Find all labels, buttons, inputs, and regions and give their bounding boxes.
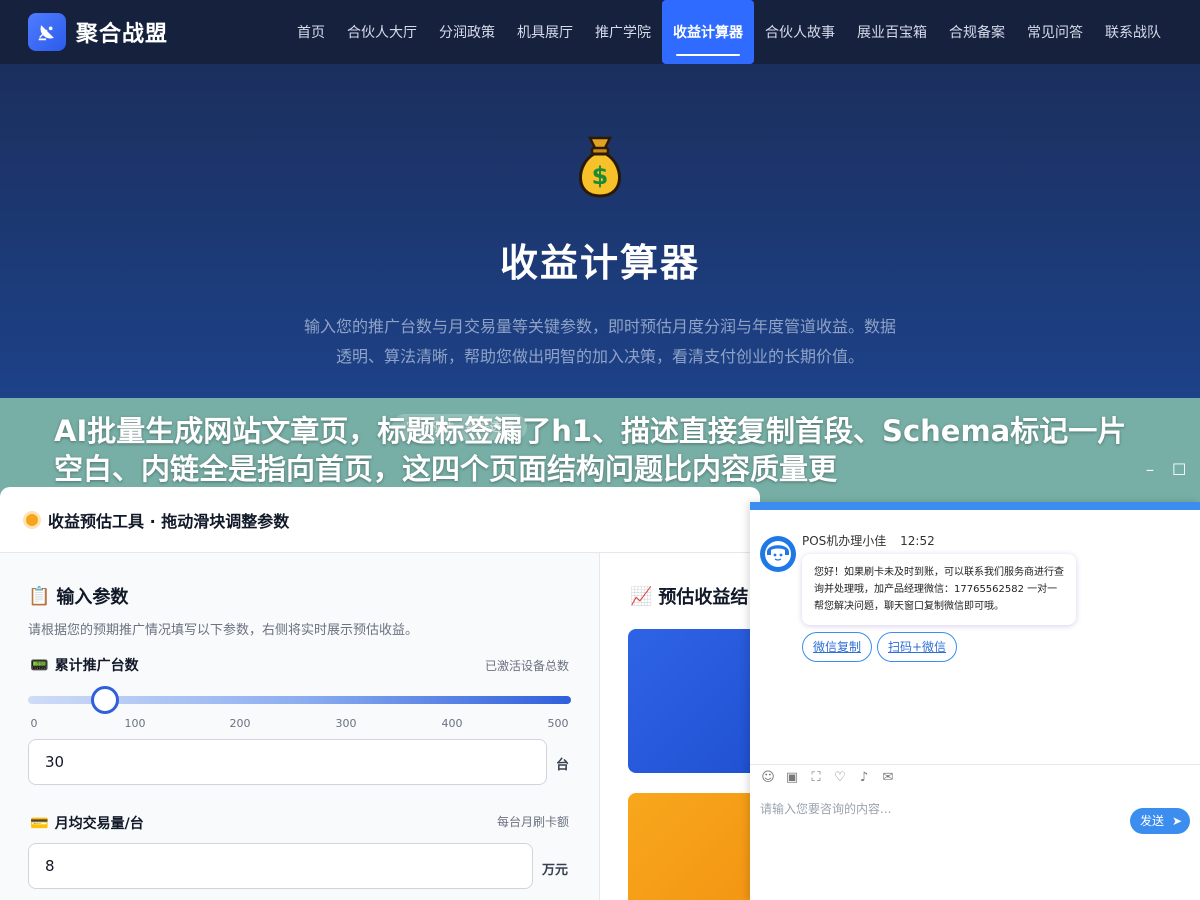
monthly-volume-unit: 万元: [542, 863, 569, 878]
estimate-section-heading: 📈 预估收益结: [630, 583, 748, 609]
chat-message-input[interactable]: 请输入您要咨询的内容...: [760, 800, 891, 817]
device-count-hint: 已激活设备总数: [484, 659, 569, 673]
copy-wechat-button[interactable]: 微信复制: [802, 632, 873, 662]
tool-title: 收益预估工具 · 拖动滑块调整参数: [48, 511, 290, 531]
device-count-slider-thumb[interactable]: [90, 686, 119, 714]
agent-avatar: [760, 536, 796, 572]
device-count-label: 📟 累计推广台数: [30, 655, 139, 675]
nav-item-faq[interactable]: 常见问答: [1016, 0, 1094, 64]
wechat-icon[interactable]: ✉: [880, 770, 896, 786]
input-parameters-panel: 📋 输入参数 请根据您的预期推广情况填写以下参数，右侧将实时展示预估收益。 📟 …: [0, 553, 600, 900]
scan-wechat-button[interactable]: 扫码+微信: [877, 632, 958, 662]
brand-name: 聚合战盟: [76, 22, 169, 47]
nav-menu: 首页 合伙人大厅 分润政策 机具展厅 推广学院 收益计算器 合伙人故事 展业百宝…: [286, 0, 1172, 64]
credit-card-icon: 💳: [30, 814, 49, 832]
agent-meta: POS机办理小佳 12:52: [802, 532, 945, 549]
maximize-icon[interactable]: ☐: [1172, 462, 1188, 478]
estimate-section-title: 预估收益结: [658, 587, 749, 608]
hero-section: $ 收益计算器 输入您的推广台数与月交易量等关键参数，即时预估月度分润与年度管道…: [0, 64, 1200, 400]
slider-tick: 300: [335, 717, 357, 730]
nav-item-contact[interactable]: 联系战队: [1094, 0, 1172, 64]
page-title: 收益计算器: [499, 241, 700, 285]
monthly-profit-card: [628, 629, 760, 773]
chart-trend-icon: 📈: [630, 585, 653, 607]
status-dot-icon: [26, 513, 38, 526]
nav-item-profit-policy[interactable]: 分润政策: [428, 0, 506, 64]
clipboard-icon: 📋: [28, 585, 51, 607]
emoji-icon[interactable]: ☺: [760, 770, 776, 786]
nav-item-calculator[interactable]: 收益计算器: [662, 0, 754, 64]
rating-icon[interactable]: ♡: [832, 770, 848, 786]
slider-tick: 0: [30, 717, 38, 730]
svg-text:$: $: [592, 162, 609, 190]
device-count-unit: 台: [556, 758, 570, 773]
money-bag-icon: $: [579, 136, 621, 198]
slider-tick: 500: [547, 717, 569, 730]
chat-toolbar: ☺ ▣ ⛶ ♡ ♪ ✉: [760, 770, 904, 786]
slider-tick: 200: [229, 717, 251, 730]
send-button-label: 发送: [1140, 814, 1165, 828]
top-navigation: 聚合战盟 首页 合伙人大厅 分润政策 机具展厅 推广学院 收益计算器 合伙人故事…: [0, 0, 1200, 64]
monthly-volume-hint: 每台月刷卡额: [496, 815, 569, 829]
monthly-volume-input[interactable]: 8: [28, 843, 533, 889]
monthly-volume-label: 💳 月均交易量/台: [30, 813, 144, 833]
send-button[interactable]: 发送 ➤: [1130, 808, 1190, 834]
screenshot-icon[interactable]: ⛶: [808, 770, 824, 786]
slider-tick: 400: [441, 717, 463, 730]
satellite-dish-icon: [28, 13, 66, 51]
hero-description: 输入您的推广台数与月交易量等关键参数，即时预估月度分润与年度管道收益。数据透明、…: [303, 317, 896, 366]
device-count-slider[interactable]: [28, 686, 571, 714]
brand[interactable]: 聚合战盟: [28, 13, 168, 51]
nav-item-academy[interactable]: 推广学院: [584, 0, 662, 64]
pos-terminal-icon: 📟: [30, 656, 49, 674]
input-section-subtitle: 请根据您的预期推广情况填写以下参数，右侧将实时展示预估收益。: [28, 623, 419, 638]
chat-header-bar: [750, 502, 1200, 510]
annual-profit-card: [628, 793, 760, 900]
nav-item-home[interactable]: 首页: [286, 0, 336, 64]
nav-item-partner-stories[interactable]: 合伙人故事: [754, 0, 846, 64]
tool-header: 收益预估工具 · 拖动滑块调整参数: [0, 487, 760, 553]
agent-avatar-icon: [765, 541, 791, 567]
calculator-tool-panel: 收益预估工具 · 拖动滑块调整参数 📋 输入参数 请根据您的预期推广情况填写以下…: [0, 487, 760, 900]
device-count-slider-ticks: 0 100 200 300 400 500: [28, 717, 571, 731]
chat-message-bubble: 您好！如果刷卡未及时到账，可以联系我们服务商进行查询并处理哦，加产品经理微信：1…: [802, 554, 1076, 625]
image-icon[interactable]: ▣: [784, 770, 800, 786]
send-arrow-icon: ➤: [1171, 814, 1182, 828]
chat-divider: [750, 764, 1200, 765]
input-section-heading: 📋 输入参数: [28, 583, 128, 609]
device-count-input[interactable]: 30: [28, 739, 547, 785]
estimate-results-panel: 📈 预估收益结: [600, 553, 760, 900]
voice-icon[interactable]: ♪: [856, 770, 872, 786]
agent-name: POS机办理小佳: [802, 534, 887, 548]
chat-widget: POS机办理小佳 12:52 您好！如果刷卡未及时到账，可以联系我们服务商进行查…: [750, 502, 1200, 900]
nav-item-partner-hall[interactable]: 合伙人大厅: [336, 0, 428, 64]
monthly-volume-label-text: 月均交易量/台: [54, 816, 144, 832]
device-count-label-text: 累计推广台数: [54, 658, 139, 674]
slider-tick: 100: [124, 717, 146, 730]
input-section-title: 输入参数: [56, 587, 129, 608]
minimize-icon[interactable]: –: [1146, 462, 1162, 478]
nav-item-toolbox[interactable]: 展业百宝箱: [846, 0, 938, 64]
banner-headline: AI批量生成网站文章页，标题标签漏了h1、描述直接复制首段、Schema标记一片…: [54, 414, 1127, 486]
nav-item-device-gallery[interactable]: 机具展厅: [506, 0, 584, 64]
message-time: 12:52: [900, 534, 935, 548]
nav-item-compliance[interactable]: 合规备案: [938, 0, 1016, 64]
